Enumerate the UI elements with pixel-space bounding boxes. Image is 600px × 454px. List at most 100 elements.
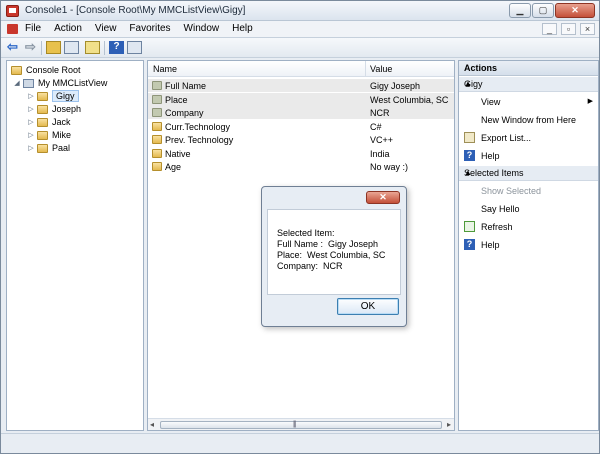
actions-header-label: Actions <box>464 63 498 73</box>
menu-help[interactable]: Help <box>232 23 253 34</box>
folder-icon <box>11 65 22 75</box>
list-row[interactable]: Curr.Technology C# <box>148 120 454 133</box>
ok-button[interactable]: OK <box>337 298 399 315</box>
row-name: Curr.Technology <box>165 121 231 132</box>
column-header-name[interactable]: Name <box>153 64 177 74</box>
export-list-icon[interactable] <box>85 41 100 54</box>
tree-node-jack[interactable]: ▷ Jack <box>27 116 71 128</box>
folder-icon <box>152 148 162 158</box>
scroll-thumb[interactable]: ||| <box>160 421 442 429</box>
tree-node-label: Console Root <box>26 65 81 75</box>
title-bar[interactable]: Console1 - [Console Root\My MMCListView\… <box>1 1 599 21</box>
collapse-arrow-icon[interactable]: ▲ <box>464 168 594 177</box>
tree-node-console-root[interactable]: Console Root <box>11 64 81 76</box>
action-label: Help <box>481 240 500 250</box>
back-arrow-icon[interactable]: ⇦ <box>7 40 22 54</box>
list-row[interactable]: Place West Columbia, SC <box>148 92 454 106</box>
list-row[interactable]: Full Name Gigy Joseph <box>148 79 454 92</box>
actions-header: Actions <box>459 61 598 76</box>
list-row[interactable]: Prev. Technology VC++ <box>148 133 454 146</box>
refresh-icon <box>464 221 475 232</box>
tree-node-label: My MMCListView <box>38 78 108 88</box>
mdi-restore-button[interactable]: ▫ <box>561 23 576 35</box>
actions-pane: Actions Gigy ▲ View ▶ New Window from Here… <box>458 60 599 431</box>
actions-section-node[interactable]: Gigy ▲ <box>459 77 598 92</box>
row-name: Full Name <box>165 81 207 91</box>
collapsed-triangle-icon[interactable]: ▷ <box>27 105 35 113</box>
list-row[interactable]: Age No way :) <box>148 160 454 173</box>
up-one-level-icon[interactable] <box>46 41 61 54</box>
folder-icon <box>37 117 48 127</box>
snapin-icon <box>23 78 34 88</box>
collapse-arrow-icon[interactable]: ▲ <box>464 79 594 88</box>
window-title: Console1 - [Console Root\My MMCListView\… <box>25 5 246 16</box>
dialog-message: Selected Item: Full Name : Gigy Joseph P… <box>277 228 386 271</box>
list-row[interactable]: Native India <box>148 147 454 160</box>
action-export-list[interactable]: Export List... <box>459 130 598 145</box>
tree-node-label: Gigy <box>52 90 79 102</box>
row-name: Prev. Technology <box>165 135 234 145</box>
show-hide-tree-icon[interactable] <box>64 41 79 54</box>
tree-node-label: Mike <box>52 130 72 140</box>
console-tree: Console Root ◢ My MMCListView ▷ Gigy ▷ J… <box>6 60 144 431</box>
folder-icon <box>152 121 162 131</box>
list-row[interactable]: Company NCR <box>148 106 454 119</box>
row-name: Native <box>165 148 191 159</box>
menu-favorites[interactable]: Favorites <box>129 23 170 34</box>
horizontal-scrollbar[interactable]: ◂ ||| ▸ <box>148 418 454 430</box>
mdi-minimize-button[interactable]: _ <box>542 23 557 35</box>
tree-node-label: Jack <box>52 117 71 127</box>
menu-window[interactable]: Window <box>184 23 220 34</box>
forward-arrow-icon[interactable]: ⇨ <box>25 40 40 54</box>
action-help[interactable]: ? Help <box>459 148 598 163</box>
tree-node-joseph[interactable]: ▷ Joseph <box>27 103 81 115</box>
dialog-close-button[interactable]: ✕ <box>366 191 400 204</box>
folder-icon <box>37 91 48 101</box>
collapsed-triangle-icon[interactable]: ▷ <box>27 92 35 100</box>
collapsed-triangle-icon[interactable]: ▷ <box>27 118 35 126</box>
tree-node-paal[interactable]: ▷ Paal <box>27 142 70 154</box>
tree-node-snapin[interactable]: ◢ My MMCListView <box>13 77 107 89</box>
close-button[interactable]: ✕ <box>555 3 595 18</box>
menu-file[interactable]: File <box>25 23 41 34</box>
menu-action[interactable]: Action <box>54 23 82 34</box>
menu-bar: File Action View Favorites Window Help _… <box>1 21 599 38</box>
action-refresh[interactable]: Refresh <box>459 219 598 234</box>
row-value: C# <box>370 121 382 132</box>
collapsed-triangle-icon[interactable]: ▷ <box>27 144 35 152</box>
scroll-right-arrow-icon[interactable]: ▸ <box>447 420 451 429</box>
document-system-menu-icon[interactable] <box>7 24 18 34</box>
list-column-header: Name Value <box>148 61 454 77</box>
column-header-value[interactable]: Value <box>370 64 392 74</box>
action-new-window-from-here[interactable]: New Window from Here <box>459 112 598 127</box>
property-icon <box>152 108 162 117</box>
scroll-grip-icon: ||| <box>293 421 297 428</box>
action-view[interactable]: View ▶ <box>459 94 598 109</box>
menu-view[interactable]: View <box>95 23 117 34</box>
message-box: ✕ Selected Item: Full Name : Gigy Joseph… <box>261 186 407 327</box>
action-say-hello[interactable]: Say Hello <box>459 201 598 216</box>
show-hide-action-pane-icon[interactable] <box>127 41 142 54</box>
actions-section-selected[interactable]: Selected Items ▲ <box>459 166 598 181</box>
tree-node-label: Paal <box>52 143 71 153</box>
tree-node-mike[interactable]: ▷ Mike <box>27 129 71 141</box>
mdi-close-button[interactable]: × <box>580 23 595 35</box>
folder-icon <box>152 162 162 171</box>
tree-node-gigy[interactable]: ▷ Gigy <box>27 90 79 102</box>
help-icon[interactable]: ? <box>109 41 124 54</box>
toolbar-separator <box>104 41 105 55</box>
collapsed-triangle-icon[interactable]: ▷ <box>27 131 35 139</box>
column-divider[interactable] <box>365 61 366 77</box>
action-label: Help <box>481 151 500 161</box>
expanded-triangle-icon[interactable]: ◢ <box>13 79 21 87</box>
action-help[interactable]: ? Help <box>459 237 598 252</box>
mdi-buttons: _ ▫ × <box>542 23 595 35</box>
row-name: Company <box>165 108 204 118</box>
row-value: No way :) <box>370 162 409 172</box>
dialog-body: Selected Item: Full Name : Gigy Joseph P… <box>267 209 401 295</box>
caption-buttons: ▁ ▢ ✕ <box>509 3 595 18</box>
maximize-button[interactable]: ▢ <box>532 3 554 18</box>
row-value: VC++ <box>370 135 394 145</box>
minimize-button[interactable]: ▁ <box>509 3 531 18</box>
scroll-left-arrow-icon[interactable]: ◂ <box>150 420 154 429</box>
